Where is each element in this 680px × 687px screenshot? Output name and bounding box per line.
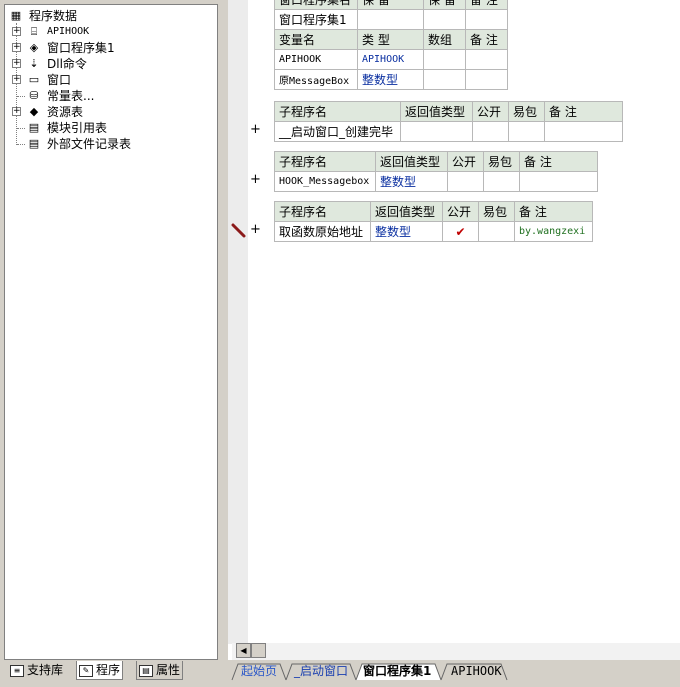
subroutine-table-2: 子程序名 返回值类型 公开 易包 备 注 HOOK_Messagebox 整数型: [274, 151, 598, 192]
assembly-name-cell[interactable]: 窗口程序集1: [274, 9, 358, 30]
expand-sub-icon[interactable]: +: [250, 172, 261, 187]
editor-gutter: [228, 0, 248, 644]
bottom-tab-bar: ≡ 支持库 ✎ 程序 ▤ 属性 起始页 _启动窗口 窗口程序集1 APIHOOK: [0, 660, 680, 687]
tab-program[interactable]: ✎ 程序: [76, 661, 124, 680]
assembly-icon: ◈: [29, 41, 39, 54]
code-editor[interactable]: [228, 0, 680, 660]
tab-window-assembly[interactable]: 窗口程序集1: [363, 662, 431, 680]
program-icon: ✎: [79, 664, 93, 677]
note-cell[interactable]: by.wangzexi: [514, 221, 593, 242]
expand-icon[interactable]: +: [12, 59, 21, 68]
tree-root-label: 程序数据: [29, 9, 78, 23]
pencil-icon: [231, 223, 246, 238]
tree-connector: [17, 96, 25, 97]
table-row: APIHOOK APIHOOK: [274, 49, 508, 70]
expand-icon[interactable]: +: [12, 107, 21, 116]
variable-table: 变量名 类 型 数组 备 注 APIHOOK APIHOOK 原MessageB…: [274, 29, 508, 90]
tree-connector: [17, 128, 25, 129]
library-icon: ≡: [10, 664, 24, 677]
subroutine-table-1: 子程序名 返回值类型 公开 易包 备 注 __启动窗口_创建完毕: [274, 101, 623, 142]
program-tree-panel: ▦ 程序数据 + ⌸ APIHOOK + ◈ 窗口程序集1 + ⇣ Dll命令 …: [4, 4, 218, 660]
dll-icon: ⇣: [29, 57, 39, 70]
assembly-table: 窗口程序集名 保 留 保 留 备 注 窗口程序集1: [274, 0, 508, 30]
resource-icon: ◆: [29, 105, 39, 118]
file-record-icon: ▤: [28, 137, 40, 150]
module-icon: ⌸: [30, 25, 38, 38]
expand-sub-icon[interactable]: +: [250, 122, 261, 137]
tab-support-library[interactable]: ≡ 支持库: [8, 661, 65, 679]
expand-icon[interactable]: +: [12, 27, 21, 36]
scroll-thumb[interactable]: [251, 643, 266, 658]
pane-splitter[interactable]: [218, 0, 228, 660]
expand-icon[interactable]: +: [12, 75, 21, 84]
properties-icon: ▤: [139, 664, 153, 677]
subroutine-name-cell[interactable]: 取函数原始地址: [274, 221, 371, 242]
subroutine-table-3: 子程序名 返回值类型 公开 易包 备 注 取函数原始地址 整数型 ✔ by.wa…: [274, 201, 593, 242]
table-row: 原MessageBox 整数型: [274, 69, 508, 90]
tab-properties[interactable]: ▤ 属性: [136, 661, 184, 680]
expand-sub-icon[interactable]: +: [250, 222, 261, 237]
horizontal-scrollbar[interactable]: ◀: [232, 643, 680, 660]
tab-apihook[interactable]: APIHOOK: [451, 662, 502, 680]
window-icon: ▭: [28, 73, 40, 86]
tab-start-page[interactable]: 起始页: [241, 662, 277, 680]
tab-startup-window[interactable]: _启动窗口: [294, 662, 348, 680]
public-check[interactable]: ✔: [442, 221, 479, 242]
tree-connector: [17, 144, 25, 145]
module-ref-icon: ▤: [28, 121, 40, 134]
subroutine-name-cell[interactable]: __启动窗口_创建完毕: [274, 121, 401, 142]
scroll-left-icon[interactable]: ◀: [236, 643, 251, 658]
expand-icon[interactable]: +: [12, 43, 21, 52]
constant-icon: ⛁: [29, 89, 39, 102]
program-data-icon: ▦: [10, 9, 22, 22]
subroutine-name-cell[interactable]: HOOK_Messagebox: [274, 171, 376, 192]
